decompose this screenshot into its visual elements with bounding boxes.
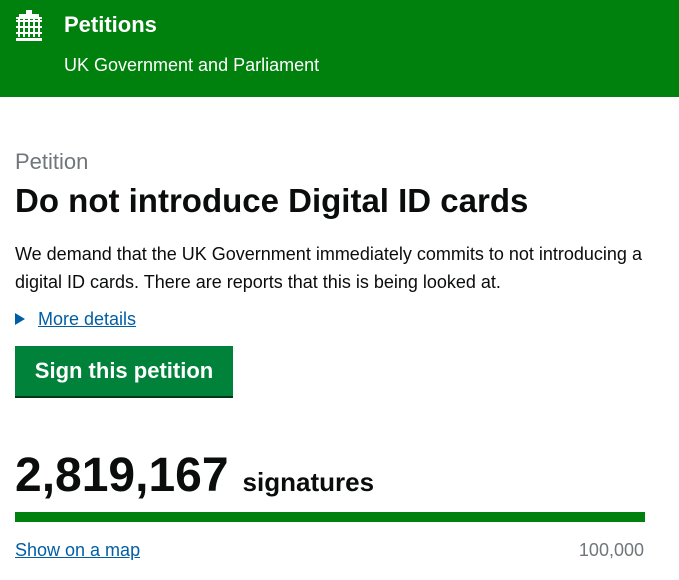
- signature-count-row: 2,819,167 signatures: [15, 448, 374, 504]
- show-on-map-link[interactable]: Show on a map: [15, 538, 140, 562]
- site-title[interactable]: Petitions: [64, 11, 157, 39]
- more-details-toggle[interactable]: More details: [15, 307, 136, 331]
- portcullis-crest-icon[interactable]: [15, 10, 43, 42]
- signature-progress-bar: [15, 512, 645, 522]
- more-details-link[interactable]: More details: [38, 307, 136, 331]
- sign-petition-button[interactable]: Sign this petition: [15, 346, 233, 396]
- petition-summary: We demand that the UK Government immedia…: [15, 244, 642, 292]
- triangle-right-icon: [15, 313, 25, 325]
- site-header: Petitions UK Government and Parliament: [0, 0, 679, 97]
- site-subtitle: UK Government and Parliament: [64, 55, 320, 75]
- signature-label: signatures: [242, 467, 375, 497]
- signature-target: 100,000: [578, 540, 644, 560]
- signature-count: 2,819,167: [15, 449, 229, 502]
- signature-progress-fill: [15, 512, 645, 522]
- petition-title: Do not introduce Digital ID cards: [15, 182, 529, 219]
- petition-eyebrow: Petition: [15, 149, 89, 174]
